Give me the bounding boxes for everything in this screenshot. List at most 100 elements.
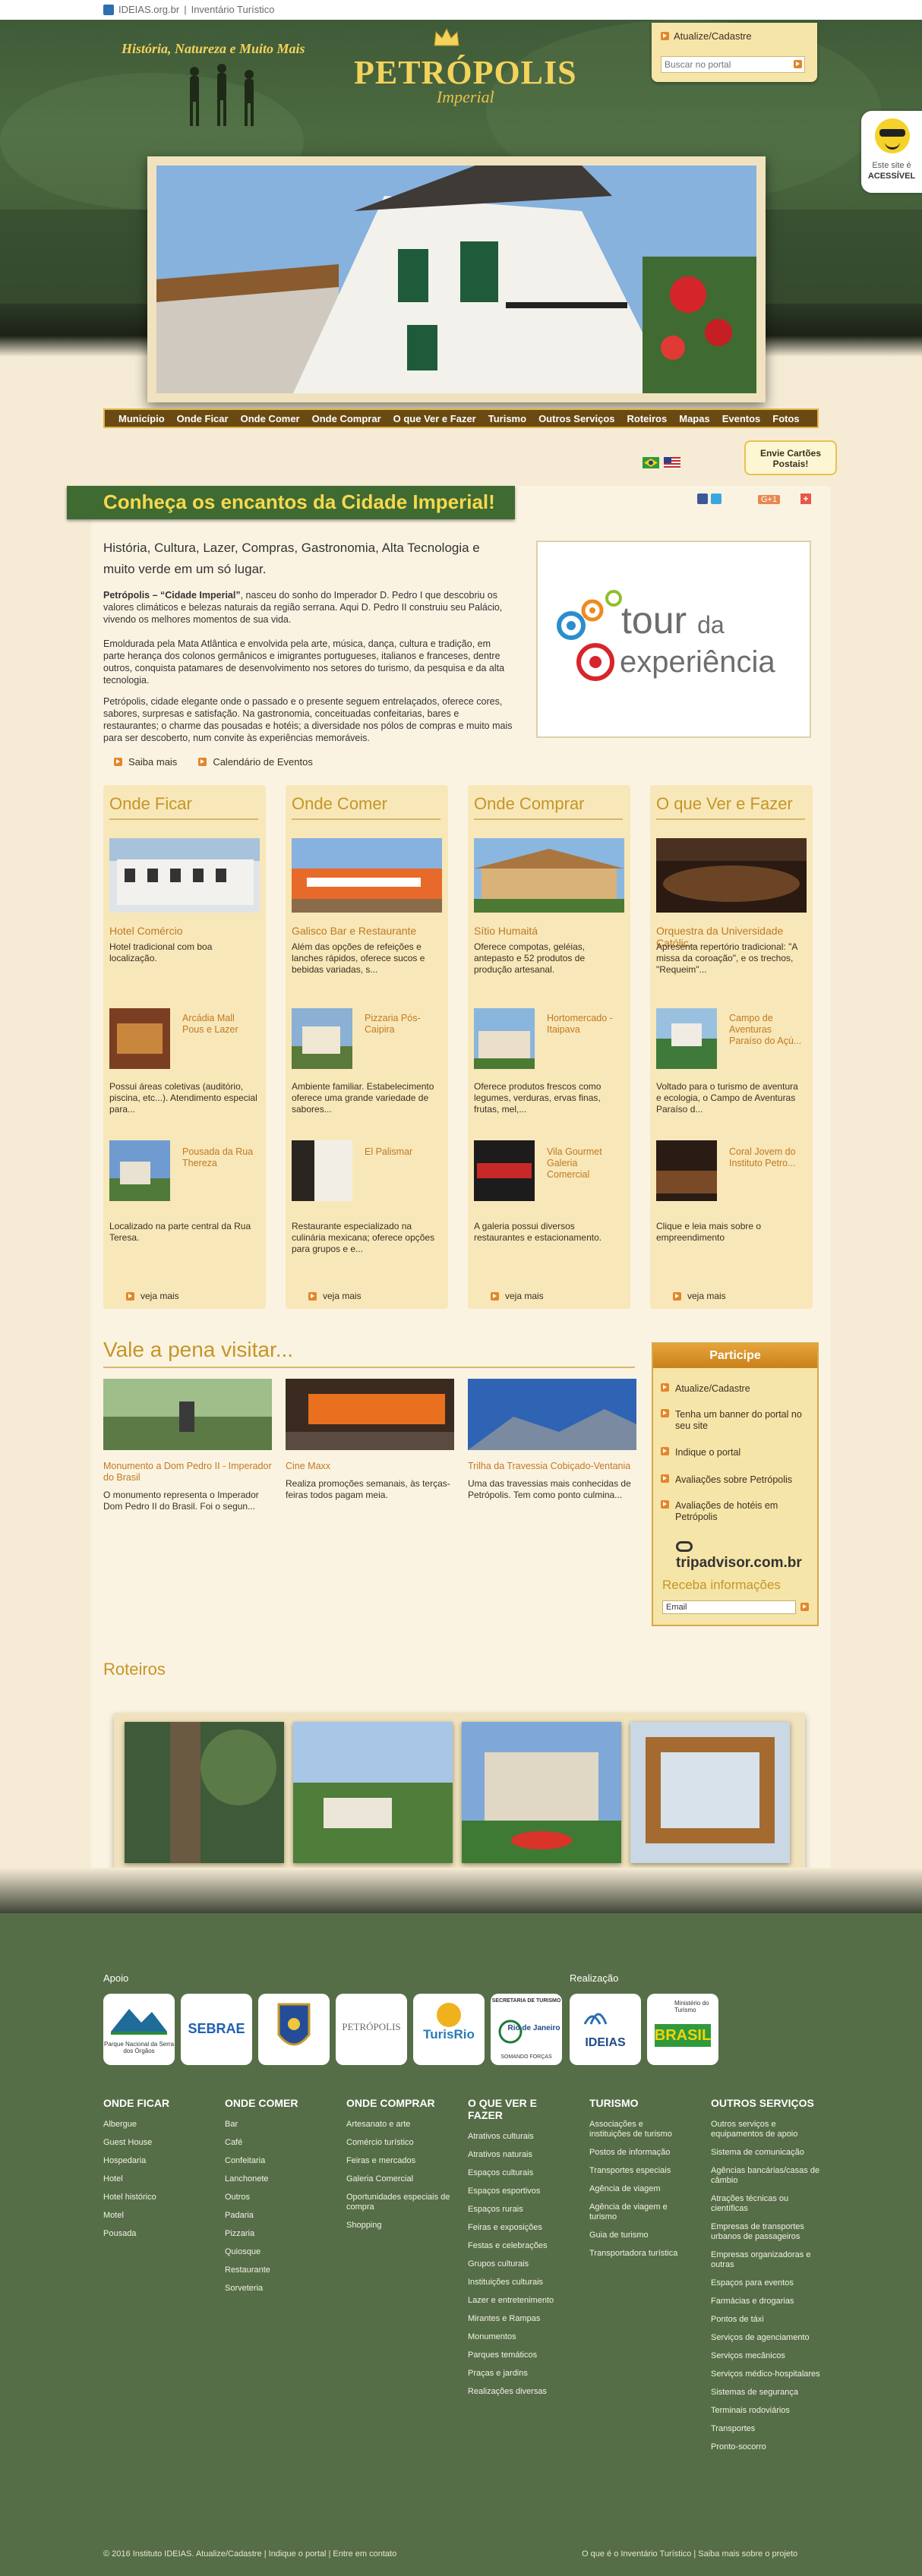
- accessible-badge[interactable]: Este site é ACESSÍVEL: [861, 111, 922, 193]
- item2-photo[interactable]: [109, 1140, 170, 1201]
- item2-title[interactable]: Coral Jovem do Instituto Petro...: [729, 1146, 805, 1169]
- footer-link[interactable]: Hotel histórico: [103, 2193, 217, 2202]
- footer-link[interactable]: Shopping: [346, 2221, 460, 2231]
- footer-link[interactable]: Feiras e mercados: [346, 2156, 460, 2166]
- featured-title[interactable]: Galisco Bar e Restaurante: [292, 925, 416, 937]
- vale-photo[interactable]: [286, 1379, 454, 1450]
- footer-link[interactable]: Feiras e exposições: [468, 2223, 559, 2233]
- footer-link[interactable]: Praças e jardins: [468, 2369, 559, 2379]
- email-field[interactable]: Email: [662, 1600, 796, 1614]
- footer-link[interactable]: Grupos culturais: [468, 2259, 559, 2269]
- item2-title[interactable]: Pousada da Rua Thereza: [182, 1146, 258, 1169]
- vale-photo[interactable]: [103, 1379, 272, 1450]
- vale-item[interactable]: Monumento a Dom Pedro II - Imperador do …: [103, 1379, 272, 1512]
- footer-link[interactable]: Pronto-socorro: [711, 2442, 820, 2452]
- footer-link[interactable]: Bar: [225, 2120, 339, 2130]
- tour-experiencia-banner[interactable]: tour da experiência: [536, 541, 811, 738]
- footer-link[interactable]: Guest House: [103, 2138, 217, 2148]
- roteiro-photo[interactable]: [630, 1722, 790, 1863]
- pnst-logo[interactable]: Parque Nacional da Serra dos Órgãos: [103, 1994, 175, 2065]
- footer-link[interactable]: Empresas de transportes urbanos de passa…: [711, 2222, 820, 2242]
- vale-item[interactable]: Trilha da Travessia Cobiçado-Ventania Um…: [468, 1379, 636, 1501]
- postcards-callout[interactable]: Envie Cartões Postais!: [744, 440, 837, 475]
- vale-item-title[interactable]: Trilha da Travessia Cobiçado-Ventania: [468, 1461, 636, 1472]
- footer-link[interactable]: Monumentos: [468, 2332, 559, 2342]
- item1-title[interactable]: Arcádia Mall Pous e Lazer: [182, 1013, 258, 1036]
- nav-eventos[interactable]: Eventos: [722, 413, 761, 424]
- item2-photo[interactable]: [656, 1140, 717, 1201]
- footer-link[interactable]: Serviços médico-hospitalares: [711, 2369, 820, 2379]
- footer-link[interactable]: Motel: [103, 2211, 217, 2221]
- petropolis-logo[interactable]: PETRÓPOLIS: [336, 1994, 407, 2065]
- facebook-icon[interactable]: [697, 493, 708, 504]
- footer-copyright[interactable]: © 2016 Instituto IDEIAS. Atualize/Cadast…: [103, 2549, 396, 2559]
- footer-link[interactable]: Farmácias e drogarias: [711, 2297, 820, 2306]
- footer-link[interactable]: Empresas organizadoras e outras: [711, 2250, 820, 2270]
- rj-secretaria-logo[interactable]: SECRETARIA DE TURISMO Rio de Janeiro SOM…: [491, 1994, 562, 2065]
- item2-title[interactable]: El Palismar: [365, 1146, 440, 1158]
- featured-title[interactable]: Sítio Humaitá: [474, 925, 538, 937]
- footer-link[interactable]: Guia de turismo: [589, 2231, 687, 2240]
- item1-photo[interactable]: [109, 1008, 170, 1069]
- nav-o-que-ver[interactable]: O que Ver e Fazer: [393, 413, 476, 424]
- footer-link[interactable]: Pousada: [103, 2229, 217, 2239]
- footer-link[interactable]: Serviços mecânicos: [711, 2351, 820, 2361]
- veja-mais-link[interactable]: veja mais: [126, 1291, 179, 1301]
- participe-link[interactable]: Indique o portal: [661, 1447, 810, 1458]
- footer-link[interactable]: Serviços de agenciamento: [711, 2333, 820, 2343]
- turisrio-logo[interactable]: TurisRio: [413, 1994, 485, 2065]
- footer-link[interactable]: Mirantes e Rampas: [468, 2314, 559, 2324]
- footer-link[interactable]: Oportunidades especiais de compra: [346, 2193, 460, 2212]
- footer-link[interactable]: Espaços rurais: [468, 2205, 559, 2215]
- ideias-logo[interactable]: IDEIAS: [570, 1994, 641, 2065]
- nav-onde-comprar[interactable]: Onde Comprar: [312, 413, 381, 424]
- featured-photo[interactable]: [656, 838, 807, 913]
- item1-title[interactable]: Campo de Aventuras Paraíso do Açú...: [729, 1013, 805, 1047]
- footer-link[interactable]: Confeitaria: [225, 2156, 339, 2166]
- nav-onde-comer[interactable]: Onde Comer: [241, 413, 300, 424]
- tripadvisor-logo[interactable]: tripadvisor.com.br: [676, 1538, 817, 1572]
- veja-mais-link[interactable]: veja mais: [308, 1291, 362, 1301]
- item2-title[interactable]: Vila Gourmet Galeria Comercial: [547, 1146, 623, 1181]
- vale-item[interactable]: Cine Maxx Realiza promoções semanais, às…: [286, 1379, 454, 1501]
- footer-link[interactable]: Agência de viagem e turismo: [589, 2202, 687, 2222]
- item2-photo[interactable]: [474, 1140, 535, 1201]
- footer-link[interactable]: Postos de informação: [589, 2148, 687, 2158]
- footer-link[interactable]: Comércio turístico: [346, 2138, 460, 2148]
- footer-link[interactable]: Associações e instituições de turismo: [589, 2120, 687, 2139]
- footer-link[interactable]: Pizzaria: [225, 2229, 339, 2239]
- footer-about-links[interactable]: O que é o Inventário Turístico | Saiba m…: [582, 2549, 797, 2559]
- footer-link[interactable]: Espaços para eventos: [711, 2278, 820, 2288]
- footer-link[interactable]: Espaços esportivos: [468, 2187, 559, 2196]
- item1-title[interactable]: Hortomercado - Itaipava: [547, 1013, 623, 1036]
- footer-link[interactable]: Sorveteria: [225, 2284, 339, 2294]
- footer-link[interactable]: Agências bancárias/casas de câmbio: [711, 2166, 820, 2186]
- footer-link[interactable]: Hotel: [103, 2174, 217, 2184]
- ministerio-turismo-logo[interactable]: Ministério do Turismo BRASIL: [647, 1994, 718, 2065]
- participe-link[interactable]: Avaliações sobre Petrópolis: [661, 1474, 810, 1486]
- footer-link[interactable]: Agência de viagem: [589, 2184, 687, 2194]
- footer-link[interactable]: Instituições culturais: [468, 2278, 559, 2288]
- nav-onde-ficar[interactable]: Onde Ficar: [177, 413, 229, 424]
- footer-link[interactable]: Restaurante: [225, 2265, 339, 2275]
- featured-photo[interactable]: [474, 838, 624, 913]
- footer-link[interactable]: Outros serviços e equipamentos de apoio: [711, 2120, 820, 2139]
- calendar-events-link[interactable]: Calendário de Eventos: [198, 756, 313, 768]
- twitter-icon[interactable]: [711, 493, 721, 504]
- roteiro-photo[interactable]: [125, 1722, 284, 1863]
- footer-link[interactable]: Lazer e entretenimento: [468, 2296, 559, 2306]
- share-plus-icon[interactable]: +: [800, 493, 811, 504]
- usa-flag-icon[interactable]: [664, 457, 680, 468]
- footer-link[interactable]: Terminais rodoviários: [711, 2406, 820, 2416]
- saiba-mais-link[interactable]: Saiba mais: [114, 756, 177, 768]
- item2-photo[interactable]: [292, 1140, 352, 1201]
- nav-roteiros[interactable]: Roteiros: [627, 413, 668, 424]
- participe-link[interactable]: Tenha um banner do portal no seu site: [661, 1409, 810, 1432]
- search-go-button[interactable]: [794, 60, 802, 68]
- footer-link[interactable]: Espaços culturais: [468, 2168, 559, 2178]
- nav-outros-servicos[interactable]: Outros Serviços: [538, 413, 614, 424]
- footer-link[interactable]: Quiosque: [225, 2247, 339, 2257]
- footer-link[interactable]: Albergue: [103, 2120, 217, 2130]
- footer-link[interactable]: Outros: [225, 2193, 339, 2202]
- footer-link[interactable]: Transportes: [711, 2424, 820, 2434]
